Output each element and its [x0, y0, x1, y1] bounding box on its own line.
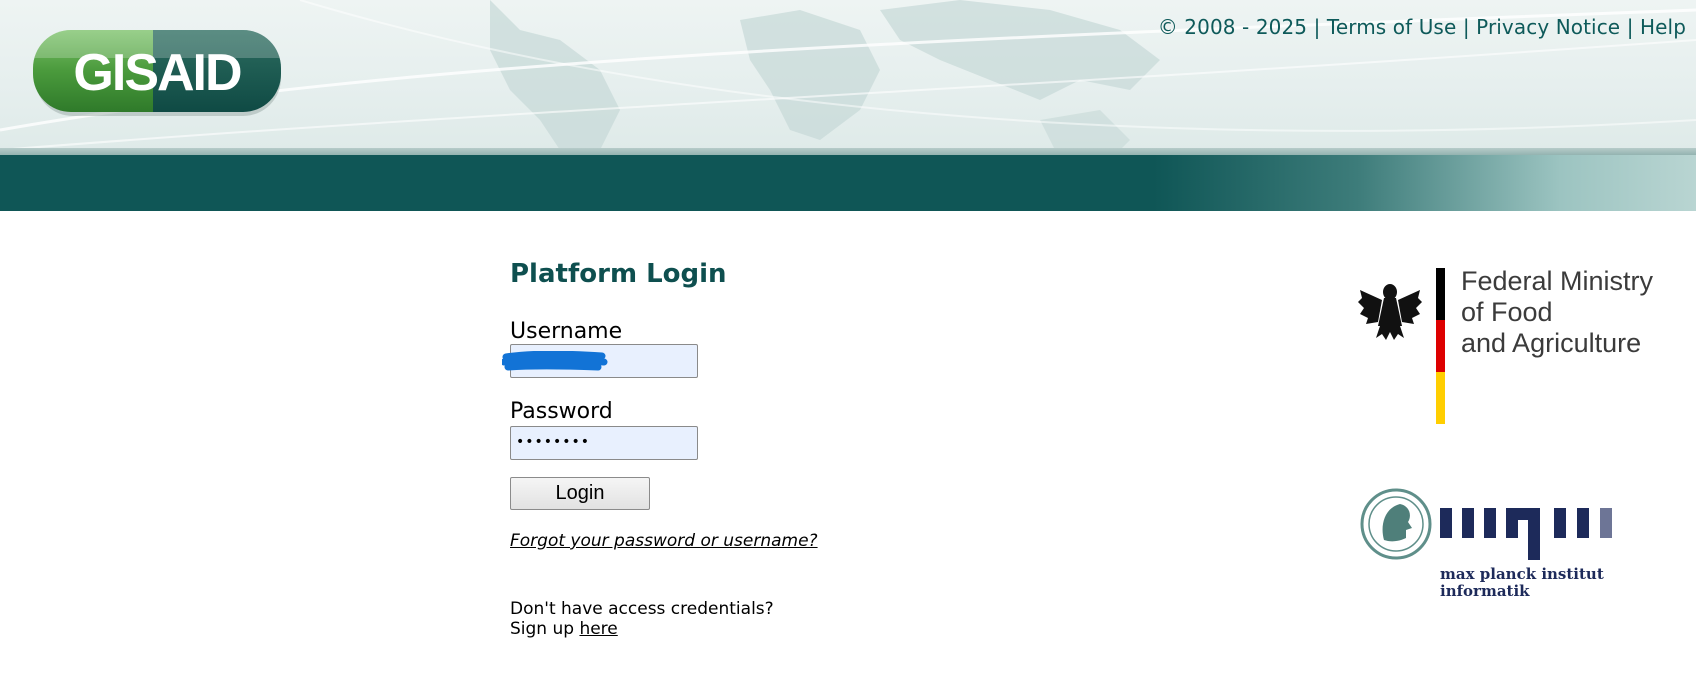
separator: | [1313, 15, 1321, 39]
mpi-name: max planck institut informatik [1440, 565, 1604, 600]
gisaid-logo-text: GISAID [73, 44, 241, 102]
copyright-text: © 2008 - 2025 [1157, 15, 1308, 39]
privacy-notice-link[interactable]: Privacy Notice [1476, 15, 1620, 39]
no-access-text: Don't have access credentials? [510, 599, 774, 619]
help-link[interactable]: Help [1640, 15, 1686, 39]
forgot-credentials-link[interactable]: Forgot your password or username? [510, 531, 818, 551]
top-links: © 2008 - 2025 | Terms of Use | Privacy N… [1158, 15, 1686, 39]
bmel-name: Federal Ministry of Food and Agriculture [1461, 266, 1654, 358]
terms-of-use-link[interactable]: Terms of Use [1327, 15, 1456, 39]
signup-prefix: Sign up [510, 619, 580, 639]
page-title: Platform Login [510, 259, 727, 289]
minerva-seal-icon [1360, 488, 1612, 560]
password-label: Password [510, 399, 613, 424]
login-button[interactable]: Login [510, 477, 650, 510]
bmel-logo: Federal Ministry of Food and Agriculture [1358, 266, 1658, 426]
federal-eagle-icon [1358, 268, 1445, 424]
header-band [0, 155, 1696, 211]
header-banner: GISAID © 2008 - 2025 | Terms of Use | Pr… [0, 0, 1696, 211]
gisaid-logo[interactable]: GISAID [33, 30, 281, 116]
signup-here-link[interactable]: here [579, 619, 617, 639]
mpi-logo: max planck institut informatik [1358, 486, 1658, 606]
mpi-wordmark-icon [1440, 508, 1612, 560]
signup-line: Sign up here [510, 619, 618, 639]
separator: | [1626, 15, 1634, 39]
separator: | [1462, 15, 1470, 39]
password-input[interactable] [510, 426, 698, 460]
redaction-mark [502, 351, 608, 371]
username-label: Username [510, 319, 623, 344]
